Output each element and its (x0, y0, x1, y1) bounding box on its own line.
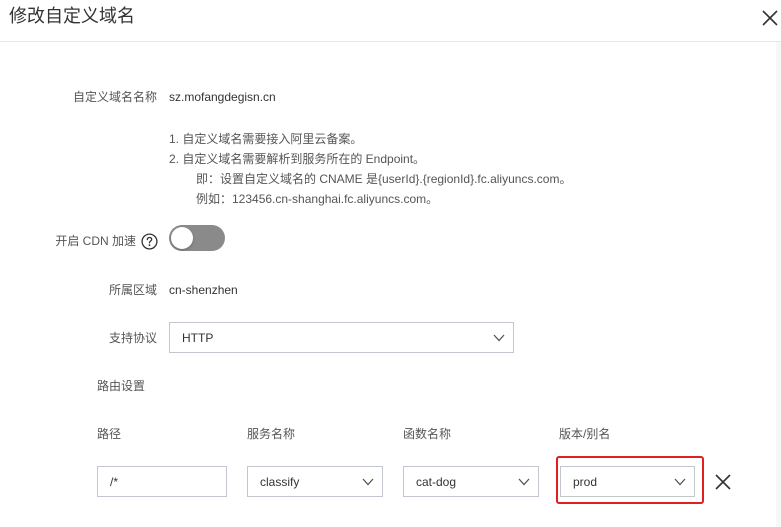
question-circle-icon[interactable] (141, 233, 158, 250)
domain-name-label: 自定义域名名称 (72, 90, 157, 104)
version-select-value: prod (573, 474, 598, 489)
scrollbar[interactable] (776, 42, 781, 527)
function-select-value: cat-dog (416, 474, 457, 489)
function-select[interactable]: cat-dog (403, 466, 539, 497)
routing-label: 路由设置 (97, 379, 146, 393)
service-select-value: classify (260, 474, 300, 489)
toggle-knob (171, 227, 193, 249)
domain-name-value: sz.mofangdegisn.cn (169, 90, 276, 104)
cdn-label: 开启 CDN 加速 (55, 234, 136, 248)
edit-custom-domain-dialog: 修改自定义域名 自定义域名名称 sz.mofangdegisn.cn 1. 自定… (0, 0, 781, 527)
note-line-4: 例如：123456.cn-shanghai.fc.aliyuncs.com。 (196, 192, 439, 206)
remove-route-icon[interactable] (713, 472, 733, 492)
service-select[interactable]: classify (247, 466, 383, 497)
note-line-2: 2. 自定义域名需要解析到服务所在的 Endpoint。 (169, 152, 426, 166)
protocol-select-value: HTTP (182, 330, 214, 345)
column-header-path: 路径 (97, 427, 122, 441)
region-label: 所属区域 (108, 283, 157, 297)
protocol-label: 支持协议 (108, 331, 157, 345)
dialog-title: 修改自定义域名 (9, 6, 135, 26)
column-header-service: 服务名称 (247, 427, 296, 441)
note-line-1: 1. 自定义域名需要接入阿里云备案。 (169, 132, 363, 146)
dialog-header: 修改自定义域名 (0, 0, 781, 42)
chevron-down-icon (362, 478, 374, 485)
chevron-down-icon (518, 478, 530, 485)
cdn-toggle[interactable] (169, 225, 225, 251)
region-value: cn-shenzhen (169, 283, 238, 297)
chevron-down-icon (493, 334, 505, 341)
close-icon[interactable] (760, 8, 780, 28)
column-header-function: 函数名称 (403, 427, 452, 441)
chevron-down-icon (674, 478, 686, 485)
path-input[interactable] (97, 466, 227, 497)
version-select[interactable]: prod (560, 466, 695, 497)
column-header-version: 版本/别名 (559, 427, 611, 441)
protocol-select[interactable]: HTTP (169, 322, 514, 353)
note-line-3: 即：设置自定义域名的 CNAME 是{userId}.{regionId}.fc… (196, 172, 572, 186)
